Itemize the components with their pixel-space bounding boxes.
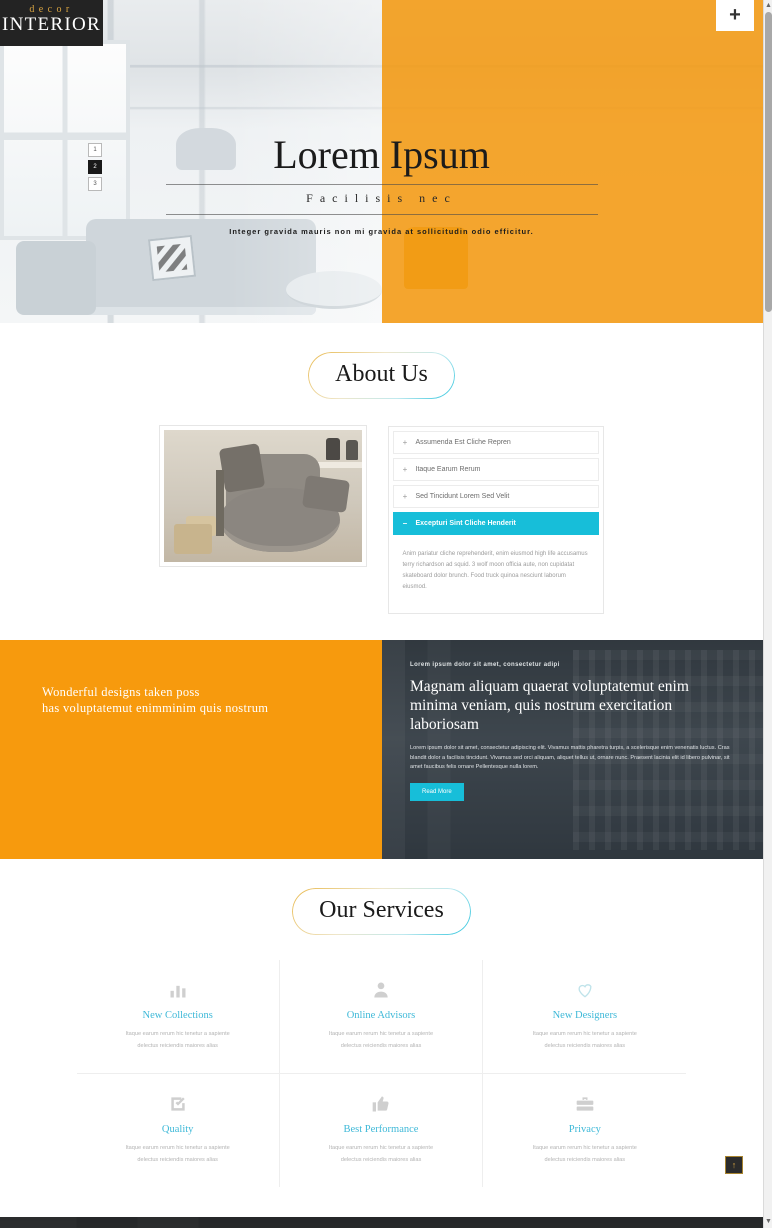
banner-left-line1: Wonderful designs taken poss: [42, 685, 200, 699]
banner-paragraph: Lorem ipsum dolor sit amet, consectetur …: [410, 745, 730, 770]
accordion-item-3-active[interactable]: – Excepturi Sint Cliche Henderit: [392, 512, 599, 535]
service-desc-line2: delectus reiciendis maiores alias: [544, 1157, 626, 1163]
service-title: Privacy: [568, 1124, 601, 1135]
about-photo: [159, 426, 366, 566]
user-icon: [292, 978, 470, 1002]
scroll-up-icon[interactable]: ▲: [765, 1, 772, 11]
arrow-up-icon[interactable]: ↑: [725, 1156, 743, 1174]
services-grid: New Collections Itaque earum rerum hic t…: [76, 960, 687, 1187]
banner-content: Lorem ipsum dolor sit amet, consectetur …: [382, 640, 763, 801]
banner-right-panel: Lorem ipsum dolor sit amet, consectetur …: [382, 640, 763, 859]
vase-decor-2: [345, 440, 358, 460]
service-desc-line1: Itaque earum rerum hic tenetur a sapient…: [532, 1145, 637, 1151]
slider-dot-2[interactable]: 2: [88, 160, 102, 174]
page-scrollbar[interactable]: ▲ ▼: [763, 0, 772, 1228]
service-card-new-designers[interactable]: New Designers Itaque earum rerum hic ten…: [483, 960, 687, 1074]
banner-left-panel: Wonderful designs taken poss has volupta…: [0, 640, 382, 859]
services-section: Our Services New Collections Itaque earu…: [0, 859, 763, 1217]
service-title: Best Performance: [343, 1124, 419, 1135]
service-card-online-advisors[interactable]: Online Advisors Itaque earum rerum hic t…: [279, 960, 484, 1074]
accordion-item-2[interactable]: + Sed Tincidunt Lorem Sed Velit: [392, 485, 599, 508]
plus-icon[interactable]: +: [716, 0, 754, 31]
subscribe-overlay: [0, 1217, 763, 1228]
service-title: New Collections: [142, 1010, 213, 1021]
plant-decor: [215, 470, 224, 536]
services-heading: Our Services: [293, 889, 470, 934]
service-card-quality[interactable]: Quality Itaque earum rerum hic tenetur a…: [77, 1074, 280, 1187]
about-body: + Assumenda Est Cliche Repren + Itaque E…: [0, 426, 763, 614]
service-card-new-collections[interactable]: New Collections Itaque earum rerum hic t…: [76, 960, 280, 1074]
scrollbar-thumb[interactable]: [765, 12, 772, 312]
slider-dot-1[interactable]: 1: [88, 143, 102, 157]
service-desc-line2: delectus reiciendis maiores alias: [137, 1043, 218, 1049]
banner-kicker: Lorem ipsum dolor sit amet, consectetur …: [410, 662, 560, 668]
service-title: Online Advisors: [346, 1010, 416, 1021]
service-desc-line1: Itaque earum rerum hic tenetur a sapient…: [328, 1031, 434, 1037]
service-desc-line2: delectus reiciendis maiores alias: [137, 1157, 218, 1163]
hero-section: decor INTERIOR + 1 2 3 Lorem Ipsum Facil…: [0, 0, 763, 323]
basket-decor-1: [173, 524, 212, 554]
accordion-item-label: Excepturi Sint Cliche Henderit: [415, 520, 516, 527]
service-desc-line1: Itaque earum rerum hic tenetur a sapient…: [328, 1145, 434, 1151]
minus-icon: –: [402, 519, 408, 528]
page-root: decor INTERIOR + 1 2 3 Lorem Ipsum Facil…: [0, 0, 772, 1228]
site-logo[interactable]: decor INTERIOR: [0, 0, 103, 46]
banner-left-line2: has voluptatemut enimminim quis nostrum: [42, 701, 269, 715]
scroll-down-icon[interactable]: ▼: [765, 1217, 772, 1227]
service-desc-line1: Itaque earum rerum hic tenetur a sapient…: [125, 1145, 230, 1151]
check-square-icon: [89, 1092, 267, 1116]
service-title: New Designers: [552, 1010, 618, 1021]
service-desc-line2: delectus reiciendis maiores alias: [340, 1043, 422, 1049]
chair-pillow-decor-2: [301, 475, 350, 513]
logo-bottom-text: INTERIOR: [1, 14, 102, 35]
slider-dots[interactable]: 1 2 3: [88, 143, 102, 194]
slider-dot-3[interactable]: 3: [88, 177, 102, 191]
service-desc-line1: Itaque earum rerum hic tenetur a sapient…: [125, 1031, 230, 1037]
plus-icon: +: [402, 492, 408, 501]
banner-title: Magnam aliquam quaerat voluptatemut enim…: [410, 678, 689, 733]
chair-pillow-decor-1: [218, 443, 265, 493]
service-desc-line2: delectus reiciendis maiores alias: [340, 1157, 422, 1163]
bar-chart-icon: [89, 978, 267, 1002]
thumbs-up-icon: [292, 1092, 470, 1116]
service-desc-line1: Itaque earum rerum hic tenetur a sapient…: [532, 1031, 637, 1037]
about-heading: About Us: [309, 353, 454, 398]
vase-decor-1: [325, 438, 340, 460]
hero-subtitle: Facilisis nec: [306, 191, 457, 205]
hero-title: Lorem Ipsum: [273, 132, 490, 177]
about-title-wrap: About Us: [0, 353, 763, 398]
subscribe-section: Subscribe Subscribe: [0, 1217, 763, 1228]
accordion-item-1[interactable]: + Itaque Earum Rerum: [392, 458, 599, 481]
accordion-item-label: Itaque Earum Rerum: [415, 466, 481, 473]
accordion-item-0[interactable]: + Assumenda Est Cliche Repren: [392, 431, 599, 454]
service-card-best-performance[interactable]: Best Performance Itaque earum rerum hic …: [280, 1074, 484, 1187]
read-more-button[interactable]: Read More: [410, 782, 464, 801]
service-card-privacy[interactable]: Privacy Itaque earum rerum hic tenetur a…: [483, 1074, 686, 1187]
accordion-item-label: Assumenda Est Cliche Repren: [415, 439, 511, 446]
service-title: Quality: [161, 1124, 194, 1135]
accordion-item-label: Sed Tincidunt Lorem Sed Velit: [415, 493, 510, 500]
hero-description: Integer gravida mauris non mi gravida at…: [229, 227, 534, 236]
hero-subtitle-wrap: Facilisis nec: [165, 184, 598, 215]
accordion-panel-text: Anim pariatur cliche reprehenderit, enim…: [402, 551, 588, 590]
heart-icon: [495, 978, 674, 1002]
service-desc-line2: delectus reiciendis maiores alias: [544, 1043, 626, 1049]
split-banner: Wonderful designs taken poss has volupta…: [0, 640, 763, 859]
services-title-wrap: Our Services: [0, 889, 763, 934]
hero-text-block: Lorem Ipsum Facilisis nec Integer gravid…: [0, 132, 763, 236]
about-accordion: + Assumenda Est Cliche Repren + Itaque E…: [387, 426, 604, 614]
plus-icon: +: [402, 438, 408, 447]
plus-icon: +: [402, 465, 408, 474]
about-section: About Us + Assumenda Est Cliche Repren +…: [0, 323, 763, 640]
briefcase-icon: [495, 1092, 674, 1116]
